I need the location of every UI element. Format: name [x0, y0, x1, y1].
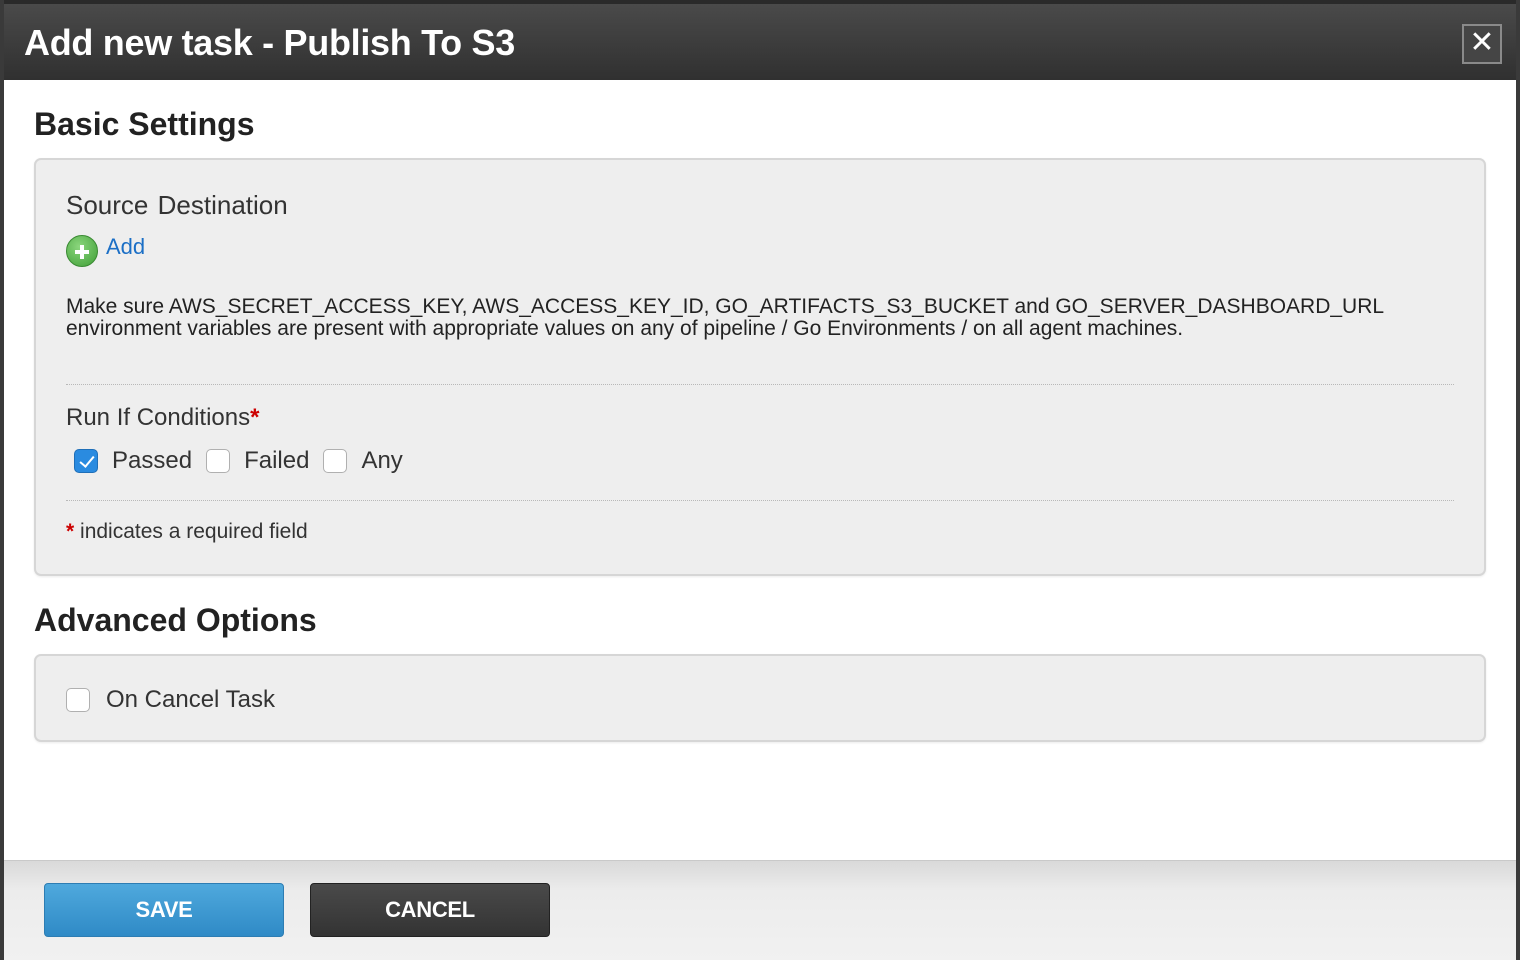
basic-settings-heading: Basic Settings — [34, 106, 255, 142]
passed-label[interactable]: Passed — [112, 447, 192, 475]
required-field-note: * indicates a required field — [66, 520, 308, 544]
any-label[interactable]: Any — [361, 447, 402, 475]
run-if-label-text: Run If Conditions — [66, 404, 251, 431]
passed-checkbox[interactable] — [74, 449, 98, 473]
dialog-titlebar: Add new task - Publish To S3 ✕ — [4, 0, 1516, 80]
divider — [66, 500, 1454, 501]
on-cancel-task-option[interactable]: On Cancel Task — [66, 686, 275, 714]
close-icon[interactable]: ✕ — [1462, 24, 1502, 64]
source-label: Source — [66, 190, 149, 220]
dialog-footer: SAVE CANCEL — [4, 860, 1516, 960]
add-source-destination[interactable]: Add — [66, 234, 145, 268]
dialog-title: Add new task - Publish To S3 — [24, 22, 515, 63]
on-cancel-task-checkbox[interactable] — [66, 688, 90, 712]
on-cancel-task-label[interactable]: On Cancel Task — [106, 686, 275, 714]
add-link[interactable]: Add — [106, 234, 145, 260]
basic-settings-panel: Source Destination Add Make sure AWS_SEC… — [34, 158, 1486, 576]
save-button[interactable]: SAVE — [44, 883, 284, 937]
advanced-options-heading: Advanced Options — [34, 602, 317, 638]
plus-circle-icon[interactable] — [66, 235, 98, 267]
destination-label: Destination — [157, 190, 288, 220]
env-vars-help-text: Make sure AWS_SECRET_ACCESS_KEY, AWS_ACC… — [66, 295, 1384, 340]
any-checkbox[interactable] — [323, 449, 348, 473]
required-marker: * — [66, 520, 75, 543]
run-if-conditions-group: Passed Failed Any — [74, 446, 417, 476]
advanced-options-panel: On Cancel Task — [34, 654, 1486, 742]
task-dialog: Add new task - Publish To S3 ✕ Basic Set… — [0, 0, 1520, 960]
source-destination-label: Source Destination — [66, 190, 288, 221]
required-marker: * — [250, 404, 260, 431]
failed-label[interactable]: Failed — [244, 447, 309, 475]
run-if-conditions-label: Run If Conditions* — [66, 404, 259, 432]
required-note-text: indicates a required field — [80, 520, 308, 543]
failed-checkbox[interactable] — [206, 449, 231, 473]
divider — [66, 384, 1454, 385]
cancel-button[interactable]: CANCEL — [310, 883, 550, 937]
